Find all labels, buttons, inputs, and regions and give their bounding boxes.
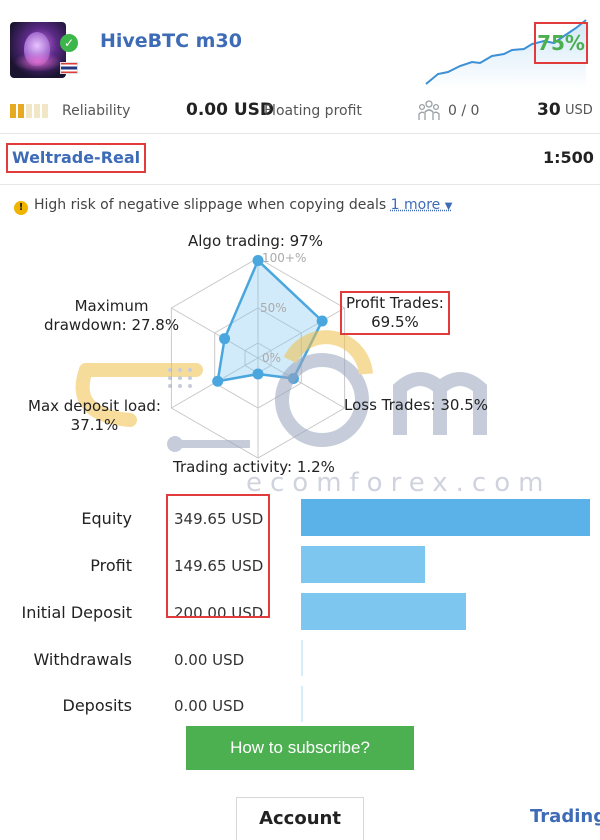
radar-chart: 100+% 50% 0% [0, 220, 600, 480]
price-currency: USD [565, 103, 593, 118]
leverage-value: 1:500 [543, 148, 594, 167]
check-icon: ✓ [60, 34, 78, 52]
highlight-box [166, 494, 270, 618]
radar-point [317, 315, 328, 326]
metric-label: Profit [2, 556, 132, 575]
radar-label-algo: Algo trading: 97% [188, 232, 323, 251]
axis-tick-100: 100+% [262, 251, 306, 265]
metric-label: Equity [2, 509, 132, 528]
divider [0, 184, 600, 185]
axis-tick-50: 50% [260, 301, 287, 315]
subscription-price: 30 [537, 100, 561, 120]
subscribers-count: 0 / 0 [448, 103, 479, 119]
floating-profit-label: Floating profit [264, 103, 362, 119]
warning-icon: ! [14, 201, 28, 215]
signal-title[interactable]: HiveBTC m30 [100, 30, 242, 52]
radar-point [253, 369, 264, 380]
avatar[interactable] [10, 22, 66, 78]
metric-bar [301, 640, 303, 676]
metric-value: 0.00 USD [174, 651, 244, 669]
metric-bar [301, 499, 590, 536]
warning-text: High risk of negative slippage when copy… [34, 197, 386, 213]
broker-link[interactable]: Weltrade-Real [6, 143, 146, 173]
subscribers-icon [416, 98, 442, 124]
tab-account[interactable]: Account [236, 797, 364, 840]
more-warnings-link[interactable]: 1 more ▼ [391, 197, 453, 213]
signal-header: ✓ HiveBTC m30 75% [0, 0, 600, 92]
metric-bar [301, 593, 466, 630]
radar-point [212, 376, 223, 387]
divider [0, 133, 600, 134]
stats-row: Reliability 0.00 USD Floating profit 0 /… [0, 92, 600, 132]
metric-bar [301, 686, 303, 722]
metric-bar [301, 546, 425, 583]
radar-label-loss-trades: Loss Trades: 30.5% [344, 396, 488, 415]
caret-down-icon: ▼ [445, 201, 453, 212]
reliability-icon [10, 104, 48, 118]
growth-percent: 75% [534, 22, 588, 64]
reliability-label: Reliability [62, 103, 130, 119]
metric-label: Initial Deposit [2, 603, 132, 622]
subscribe-button[interactable]: How to subscribe? [186, 726, 414, 770]
risk-warning: ! High risk of negative slippage when cop… [14, 197, 452, 215]
metric-label: Withdrawals [2, 650, 132, 669]
radar-label-drawdown: Maximum drawdown: 27.8% [44, 297, 179, 335]
floating-profit-value: 0.00 USD [186, 100, 274, 120]
radar-label-deposit-load: Max deposit load: 37.1% [28, 397, 161, 435]
axis-tick-0: 0% [262, 351, 281, 365]
thailand-flag-icon [60, 62, 78, 74]
watermark-text: ecomforex.com [246, 468, 551, 498]
radar-point [219, 333, 230, 344]
avatar-glow [14, 52, 62, 72]
metric-label: Deposits [2, 696, 132, 715]
tab-trading[interactable]: Trading [530, 806, 600, 827]
radar-label-profit-trades: Profit Trades: 69.5% [340, 291, 450, 335]
metric-value: 0.00 USD [174, 697, 244, 715]
